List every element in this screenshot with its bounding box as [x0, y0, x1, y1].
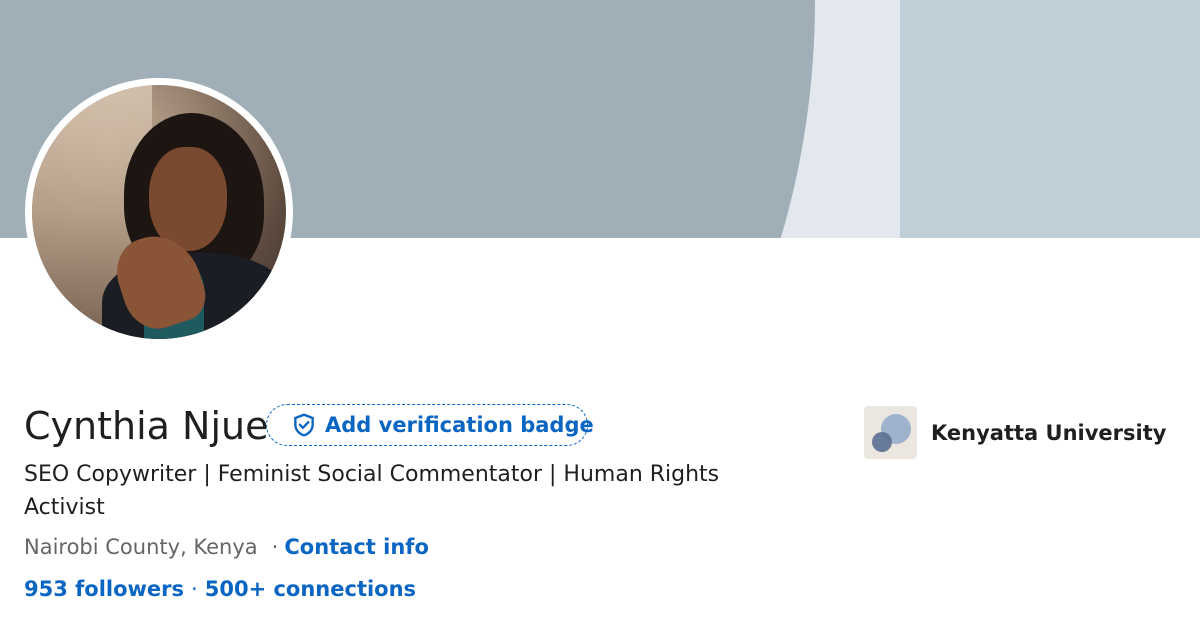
education-name: Kenyatta University [931, 420, 1167, 445]
profile-headline: SEO Copywriter | Feminist Social Comment… [24, 462, 720, 520]
followers-link[interactable]: 953 followers [24, 574, 184, 604]
profile-location: Nairobi County, Kenya [24, 535, 258, 559]
education-entry[interactable]: Kenyatta University [864, 406, 1166, 459]
shield-check-icon [291, 412, 317, 438]
network-stats: 953 followers · 500+ connections [24, 574, 416, 604]
profile-photo [32, 85, 286, 339]
banner-shape-right [900, 0, 1200, 238]
profile-avatar[interactable] [25, 78, 293, 346]
verification-button-label: Add verification badge [325, 413, 594, 437]
location-row: Nairobi County, Kenya · Contact info [24, 532, 429, 562]
contact-info-link[interactable]: Contact info [284, 532, 429, 562]
profile-name: Cynthia Njue [24, 404, 269, 448]
add-verification-badge-button[interactable]: Add verification badge [266, 404, 594, 446]
stats-separator: · [191, 577, 198, 601]
university-logo [864, 406, 917, 459]
separator-dot: · [271, 535, 279, 559]
connections-link[interactable]: 500+ connections [205, 574, 416, 604]
